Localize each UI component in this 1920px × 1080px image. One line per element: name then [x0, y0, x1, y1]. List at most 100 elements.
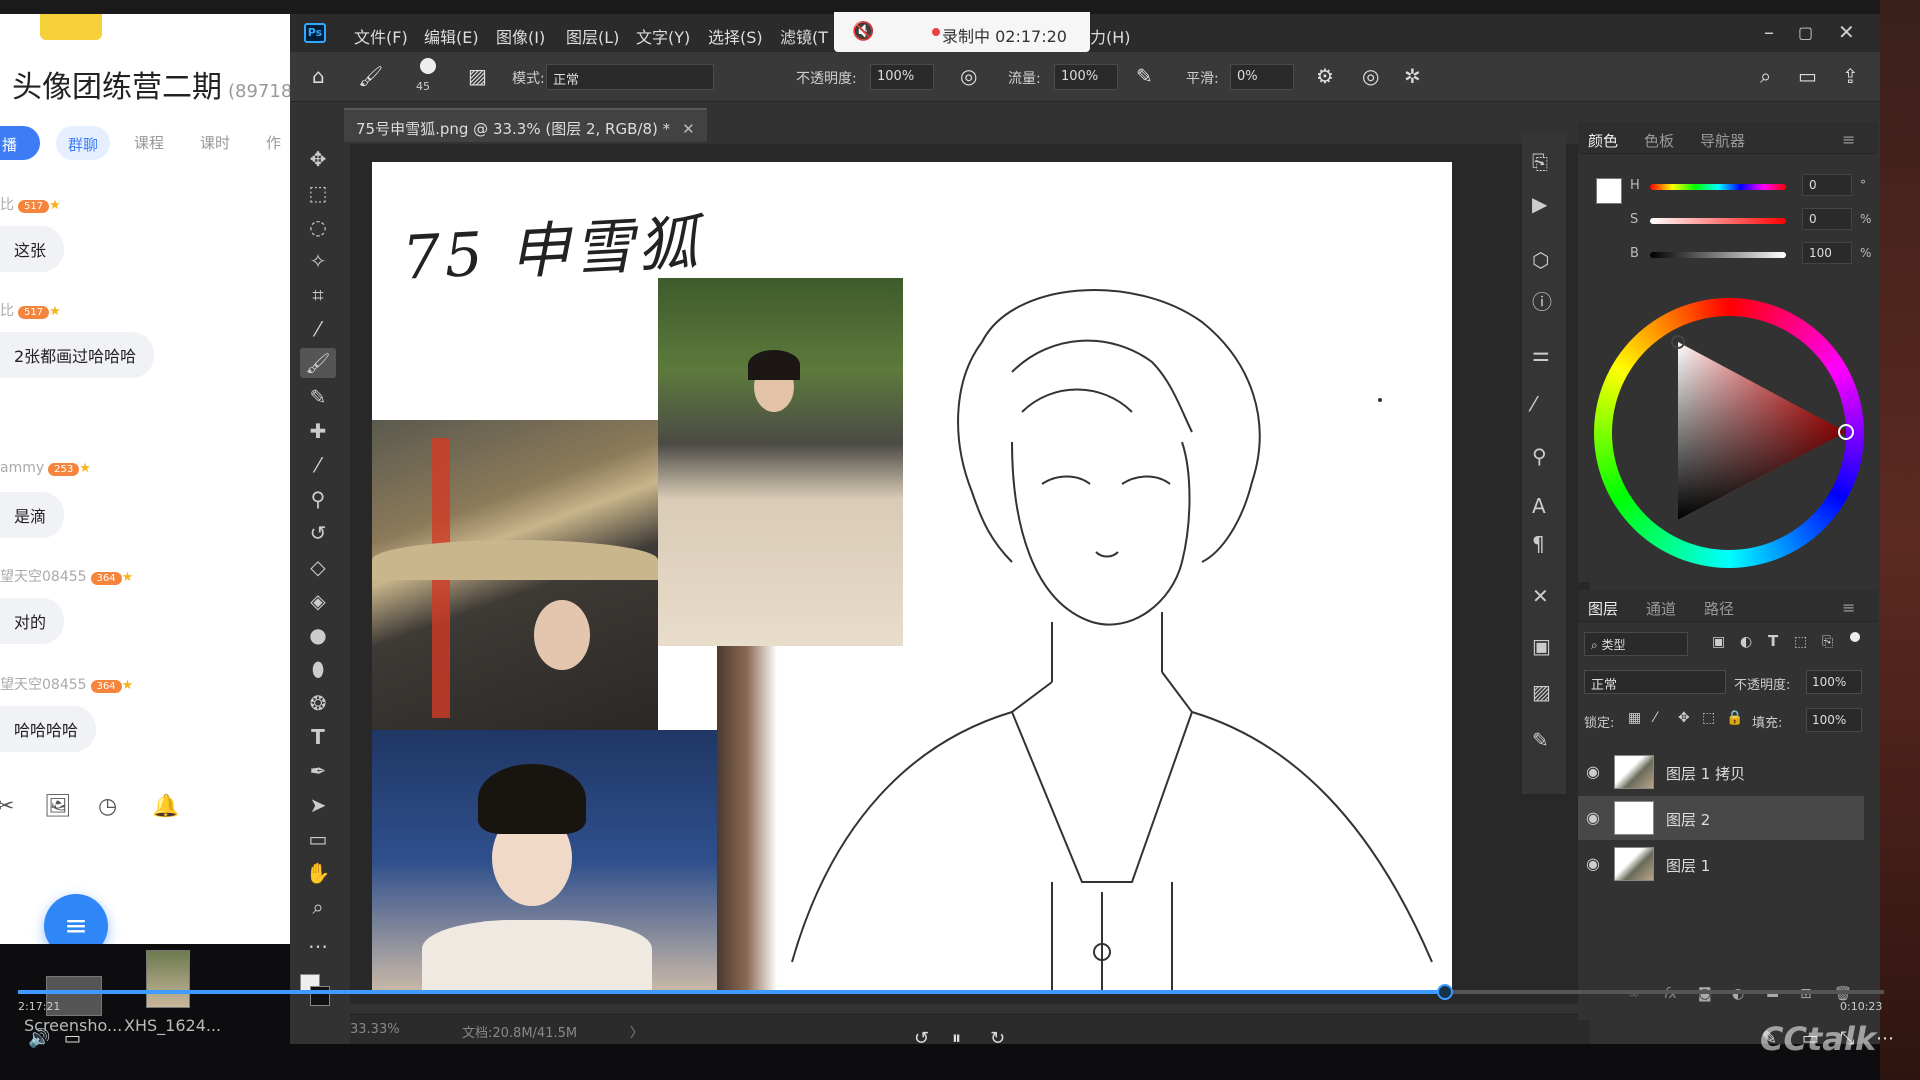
brush-tool-icon[interactable]: 🖌	[300, 348, 336, 378]
menu-file[interactable]: 文件(F)	[354, 24, 408, 48]
type-tool-icon[interactable]: T	[300, 722, 336, 752]
tab-group-chat[interactable]: 群聊	[56, 126, 111, 160]
saturation-slider[interactable]	[1650, 218, 1786, 224]
mode-select[interactable]: 正常	[546, 64, 714, 90]
symmetry-icon[interactable]: ✲	[1404, 64, 1421, 88]
forward-30-icon[interactable]: ↻	[990, 1028, 1005, 1049]
blur-tool-icon[interactable]: ●	[300, 620, 336, 650]
panel-menu-icon[interactable]: ≡	[1842, 130, 1855, 149]
chat-bubble-icon[interactable]: ≡	[44, 894, 108, 944]
document-tab[interactable]: 75号申雪狐.png @ 33.3% (图层 2, RGB/8) * ✕	[344, 108, 707, 142]
message-bubble[interactable]: 哈哈哈哈	[0, 706, 97, 752]
paragraph-icon[interactable]: ¶	[1532, 532, 1545, 556]
crop-tool-icon[interactable]: ⌗	[300, 280, 336, 310]
menu-select[interactable]: 选择(S)	[708, 24, 763, 48]
tab-swatches[interactable]: 色板	[1644, 130, 1674, 151]
brush-preset-icon[interactable]: 🖌	[358, 64, 383, 88]
filter-toggle[interactable]	[1850, 632, 1860, 642]
menu-type[interactable]: 文字(Y)	[636, 24, 690, 48]
paint-bucket-icon[interactable]: ◈	[300, 586, 336, 616]
subtitle-icon[interactable]: ▭	[64, 1028, 81, 1049]
marquee-tool-icon[interactable]: ⬚	[300, 178, 336, 208]
actions-play-icon[interactable]: ▶	[1532, 192, 1547, 216]
filter-shape-icon[interactable]: ⬚	[1794, 634, 1807, 650]
tab-paths[interactable]: 路径	[1704, 598, 1734, 619]
pressure-size-icon[interactable]: ◎	[1362, 64, 1379, 88]
pause-icon[interactable]: ⏸	[952, 1028, 961, 1049]
panel-menu-icon[interactable]: ≡	[1842, 598, 1855, 617]
message-bubble[interactable]: 这张	[0, 226, 65, 272]
close-tab-icon[interactable]: ✕	[682, 120, 695, 138]
more-tools-icon[interactable]: …	[300, 926, 336, 956]
clone-source-icon[interactable]: ⚲	[1532, 444, 1547, 468]
tab-live[interactable]: 播	[0, 126, 40, 160]
tab-lesson[interactable]: 课时	[200, 132, 230, 153]
lasso-tool-icon[interactable]: ◌	[300, 212, 336, 242]
brush-settings-panel-icon[interactable]: ✎	[1532, 728, 1549, 752]
layer-filter-select[interactable]: ⌕ 类型	[1584, 632, 1688, 656]
color-wheel[interactable]	[1594, 298, 1864, 568]
clock-icon[interactable]: ◷	[98, 794, 117, 819]
tools-icon[interactable]: ✕	[1532, 584, 1549, 608]
hue-value[interactable]: 0	[1802, 174, 1852, 196]
lock-all-icon[interactable]: 🔒	[1726, 710, 1743, 726]
tab-course[interactable]: 课程	[134, 132, 164, 153]
maximize-icon[interactable]: ▢	[1798, 23, 1813, 42]
styles-icon[interactable]: ▨	[1532, 680, 1551, 704]
close-icon[interactable]: ✕	[1838, 20, 1855, 44]
foreground-swatch[interactable]	[1596, 178, 1622, 204]
menu-help[interactable]: 力(H)	[1090, 24, 1131, 48]
visibility-eye-icon[interactable]: ◉	[1586, 762, 1600, 781]
brush-tip-icon[interactable]	[420, 58, 436, 74]
mixer-brush-icon[interactable]: ⁄	[300, 450, 336, 480]
gear-icon[interactable]: ⚙	[1316, 64, 1334, 88]
hand-tool-icon[interactable]: ✋	[300, 858, 336, 888]
workspace-icon[interactable]: ▭	[1798, 64, 1817, 88]
lock-pixels-icon[interactable]: ▦	[1628, 710, 1641, 726]
pen-tool-icon[interactable]: ✒	[300, 756, 336, 786]
message-bubble[interactable]: 是滴	[0, 492, 65, 538]
pressure-opacity-icon[interactable]: ◎	[960, 64, 977, 88]
image-icon[interactable]: 🖼	[44, 794, 72, 819]
menu-layer[interactable]: 图层(L)	[566, 24, 619, 48]
bell-icon[interactable]: 🔔	[152, 794, 179, 819]
progress-knob[interactable]	[1437, 984, 1454, 1000]
tab-homework[interactable]: 作	[266, 132, 281, 153]
lock-artboard-icon[interactable]: ⬚	[1702, 710, 1715, 726]
filter-pixel-icon[interactable]: ▣	[1712, 634, 1725, 650]
visibility-eye-icon[interactable]: ◉	[1586, 854, 1600, 873]
flow-field[interactable]: 100%	[1054, 64, 1118, 90]
adjustments-icon[interactable]: ⚌	[1532, 342, 1550, 366]
eraser-icon[interactable]: ◇	[300, 552, 336, 582]
zoom-tool-icon[interactable]: ⌕	[300, 892, 336, 922]
layer-row-selected[interactable]: ◉ 图层 2	[1578, 796, 1864, 840]
lock-position-icon[interactable]: ✥	[1678, 710, 1690, 726]
layer-row[interactable]: ◉ 图层 1	[1578, 842, 1864, 886]
rectangle-tool-icon[interactable]: ▭	[300, 824, 336, 854]
healing-brush-icon[interactable]: ✚	[300, 416, 336, 446]
brightness-value[interactable]: 100	[1802, 242, 1852, 264]
hue-slider[interactable]	[1650, 184, 1786, 190]
libraries-icon[interactable]: ▣	[1532, 634, 1551, 658]
visibility-eye-icon[interactable]: ◉	[1586, 808, 1600, 827]
smoothing-field[interactable]: 0%	[1230, 64, 1294, 90]
clone-stamp-icon[interactable]: ⚲	[300, 484, 336, 514]
brightness-slider[interactable]	[1650, 252, 1786, 258]
saturation-value[interactable]: 0	[1802, 208, 1852, 230]
more-icon[interactable]: ⋯	[1876, 1028, 1894, 1049]
tab-channels[interactable]: 通道	[1646, 598, 1676, 619]
brush-settings-icon[interactable]: ▨	[468, 64, 487, 88]
rewind-10-icon[interactable]: ↺	[914, 1028, 929, 1049]
color-triangle[interactable]	[1594, 298, 1864, 568]
history-icon[interactable]: ⎘	[1532, 150, 1548, 174]
message-bubble[interactable]: 对的	[0, 598, 65, 644]
tab-navigator[interactable]: 导航器	[1700, 130, 1745, 151]
layer-row[interactable]: ◉ 图层 1 拷贝	[1578, 750, 1864, 794]
layer-opacity-field[interactable]: 100%	[1806, 670, 1862, 694]
path-select-icon[interactable]: ➤	[300, 790, 336, 820]
sponge-tool-icon[interactable]: ❂	[300, 688, 336, 718]
character-icon[interactable]: A	[1532, 494, 1546, 518]
volume-icon[interactable]: 🔊	[28, 1028, 50, 1049]
lock-brush-icon[interactable]: ⁄	[1654, 710, 1656, 726]
dodge-tool-icon[interactable]: ⬮	[300, 654, 336, 684]
